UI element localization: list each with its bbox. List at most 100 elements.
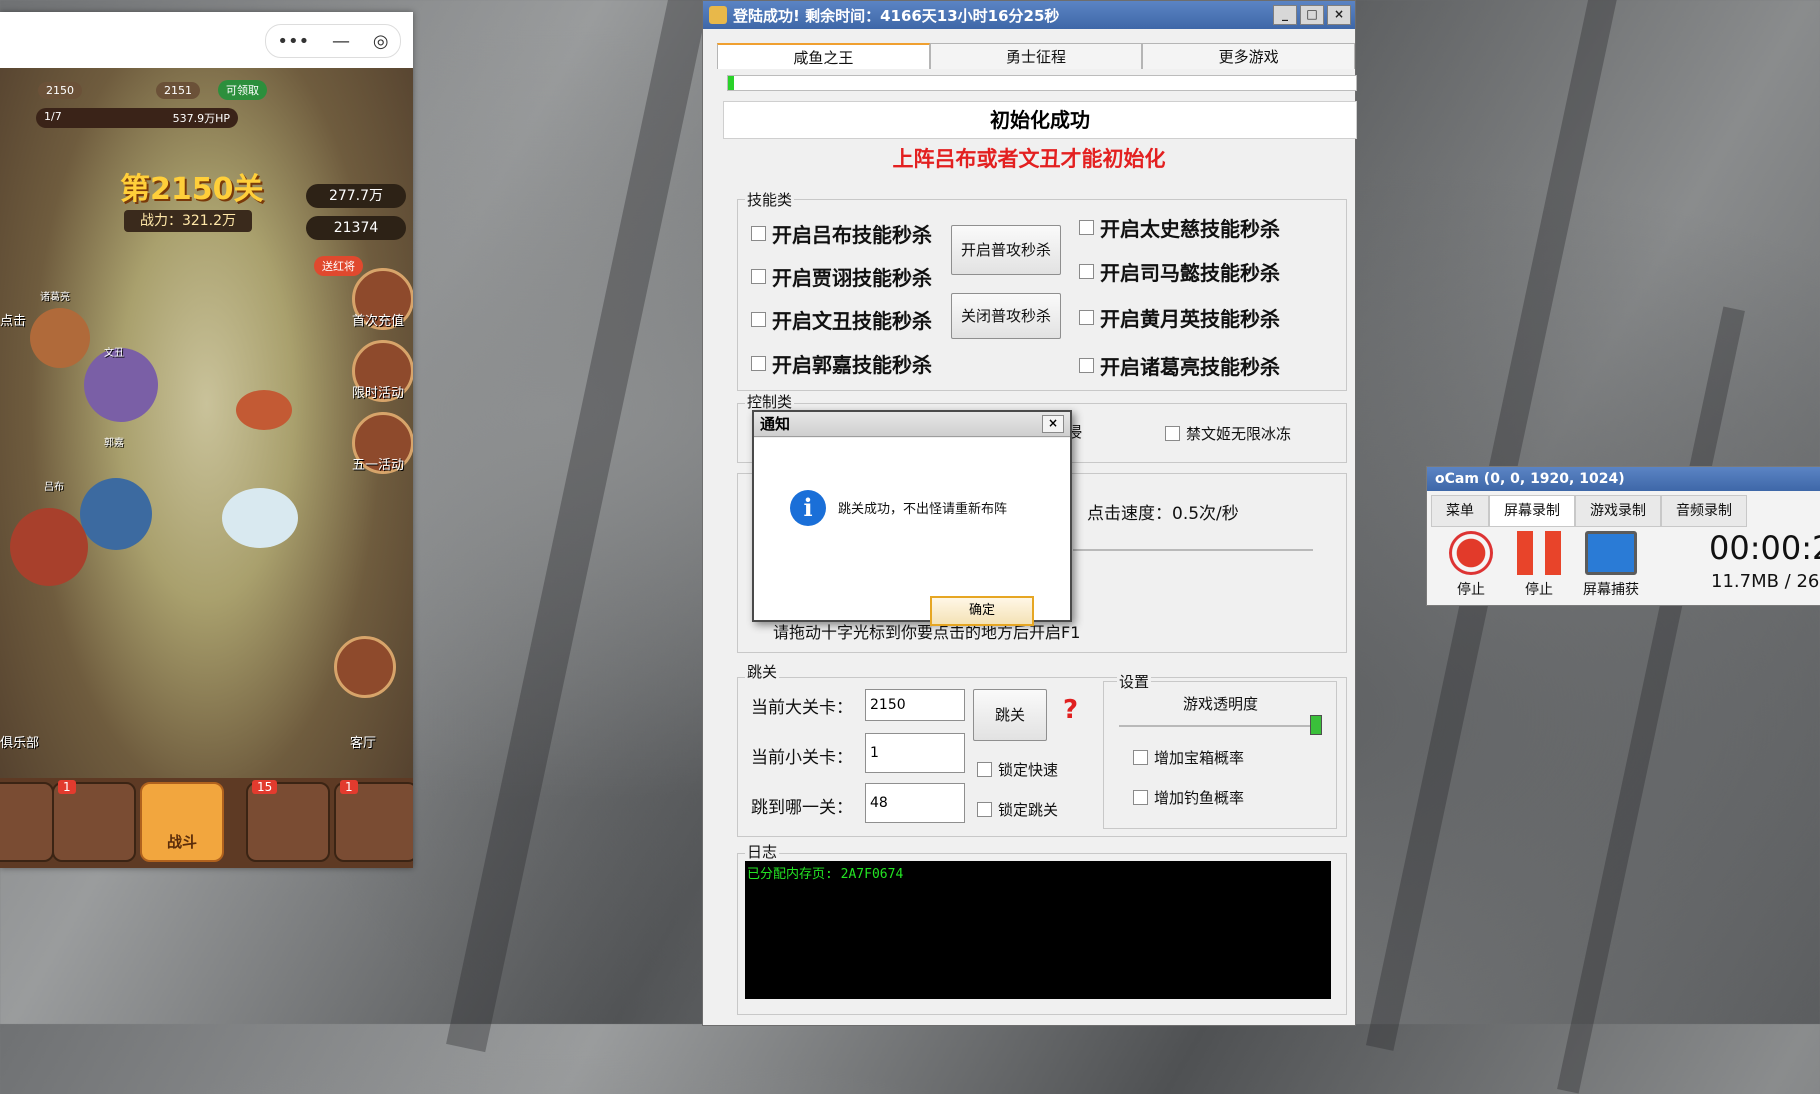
dialog-message: 跳关成功，不出怪请重新布阵	[838, 502, 1008, 517]
hero-wenchou[interactable]	[84, 348, 158, 422]
status-box: 初始化成功	[723, 101, 1357, 139]
dialog-close-button[interactable]: ×	[1042, 415, 1064, 433]
checkbox-box[interactable]	[1079, 220, 1094, 235]
hero-guojia[interactable]	[80, 478, 152, 550]
checkbox-box[interactable]	[751, 269, 766, 284]
close-attack-kill-button[interactable]: 关闭普攻秒杀	[951, 293, 1061, 339]
main-tabs: 咸鱼之王 勇士征程 更多游戏	[717, 43, 1356, 69]
ocam-pause-button[interactable]: 停止	[1509, 531, 1569, 599]
jump-group-title: 跳关	[745, 661, 780, 682]
checkbox-guojia[interactable]: 开启郭嘉技能秒杀	[751, 349, 932, 378]
ocam-title[interactable]: oCam (0, 0, 1920, 1024)	[1427, 467, 1820, 491]
drag-hint-label: 请拖动十字光标到你要点击的地方后开启F1	[773, 623, 1081, 642]
ocam-tabs: 菜单 屏幕录制 游戏录制 音频录制	[1431, 495, 1747, 527]
hero-label: 文丑	[104, 348, 124, 359]
dialog-title-bar[interactable]: 通知 ×	[754, 412, 1070, 437]
checkbox-zhugeliang[interactable]: 开启诸葛亮技能秒杀	[1079, 351, 1280, 380]
mini-program-topbar: ••• — ◎	[0, 12, 413, 68]
ocam-window: oCam (0, 0, 1920, 1024) 菜单 屏幕录制 游戏录制 音频录…	[1426, 466, 1820, 606]
ocam-tab-game-record[interactable]: 游戏录制	[1575, 495, 1661, 527]
hero-lubu[interactable]	[10, 508, 88, 586]
checkbox-box[interactable]	[1079, 358, 1094, 373]
ocam-tab-audio-record[interactable]: 音频录制	[1661, 495, 1747, 527]
checkbox-box[interactable]	[1133, 790, 1148, 805]
capsule-menu[interactable]: ••• — ◎	[265, 24, 401, 58]
checkbox-label: 增加宝箱概率	[1154, 749, 1245, 767]
hero-label: 吕布	[44, 482, 64, 493]
checkbox-box[interactable]	[1165, 426, 1180, 441]
more-icon[interactable]: •••	[277, 31, 309, 52]
ocam-tab-screen-record[interactable]: 屏幕录制	[1489, 495, 1575, 527]
checkbox-huangyueying[interactable]: 开启黄月英技能秒杀	[1079, 303, 1280, 332]
right-level-badge: 2151	[156, 82, 200, 99]
game-window[interactable]: ••• — ◎ 2150 2151 可领取 1/7 537.9万HP 第2150…	[0, 12, 413, 868]
checkbox-box[interactable]	[1133, 750, 1148, 765]
checkbox-wenchou[interactable]: 开启文丑技能秒杀	[751, 305, 932, 334]
checkbox-label: 禁文姬无限冰冻	[1186, 425, 1292, 443]
tab-yongshi[interactable]: 勇士征程	[929, 43, 1143, 69]
checkbox-jiaxu[interactable]: 开启贾诩技能秒杀	[751, 262, 932, 291]
enemy-unit[interactable]	[236, 390, 292, 430]
checkbox-lubu[interactable]: 开启吕布技能秒杀	[751, 219, 932, 248]
maximize-button[interactable]: □	[1300, 5, 1324, 25]
ocam-stop-button[interactable]: 停止	[1441, 531, 1501, 599]
lobby-label: 客厅	[350, 736, 377, 751]
checkbox-box[interactable]	[977, 802, 992, 817]
lobby-button[interactable]	[334, 636, 396, 698]
nav-slot-2[interactable]: 1	[52, 780, 136, 862]
checkbox-fishing-rate[interactable]: 增加钓鱼概率	[1133, 787, 1244, 808]
close-circle-icon[interactable]: ◎	[373, 31, 389, 52]
background-rock-texture	[446, 0, 714, 1053]
checkbox-box[interactable]	[1079, 264, 1094, 279]
checkbox-lock-fast[interactable]: 锁定快速	[977, 759, 1058, 780]
ocam-tab-menu[interactable]: 菜单	[1431, 495, 1489, 527]
enemy-unit[interactable]	[222, 488, 298, 548]
hero-zhugeliang[interactable]	[30, 308, 90, 368]
checkbox-wenji-freeze[interactable]: 禁文姬无限冰冻	[1165, 423, 1291, 444]
ocam-capture-button[interactable]: 屏幕捕获	[1575, 531, 1647, 599]
minimize-button[interactable]: _	[1273, 5, 1297, 25]
nav-slot-5[interactable]: 1	[334, 780, 413, 862]
target-level-label: 跳到哪一关：	[751, 798, 853, 818]
checkbox-taishici[interactable]: 开启太史慈技能秒杀	[1079, 213, 1280, 242]
click-speed-slider[interactable]	[1073, 549, 1313, 551]
transparency-slider[interactable]	[1119, 725, 1319, 727]
control-group-title: 控制类	[745, 391, 795, 412]
small-level-input[interactable]: 1	[865, 733, 965, 773]
nav-slot-4[interactable]: 15	[246, 780, 330, 862]
dialog-ok-button[interactable]: 确定	[930, 596, 1034, 626]
progress-fill	[728, 76, 735, 90]
claim-badge[interactable]: 可领取	[218, 80, 267, 100]
checkbox-box[interactable]	[1079, 310, 1094, 325]
checkbox-lock-jump[interactable]: 锁定跳关	[977, 799, 1058, 820]
checkbox-box[interactable]	[751, 312, 766, 327]
game-scene[interactable]: 2150 2151 可领取 1/7 537.9万HP 第2150关 战力：321…	[0, 68, 413, 868]
checkbox-chest-rate[interactable]: 增加宝箱概率	[1133, 747, 1244, 768]
tab-xianyu[interactable]: 咸鱼之王	[717, 43, 930, 69]
tab-more-games[interactable]: 更多游戏	[1142, 43, 1356, 69]
click-speed-label: 点击速度：0.5次/秒	[1087, 504, 1239, 524]
jump-button[interactable]: 跳关	[973, 689, 1047, 741]
title-bar[interactable]: 登陆成功! 剩余时间：4166天13小时16分25秒 _ □ ×	[703, 1, 1355, 29]
big-level-input[interactable]: 2150	[865, 689, 965, 721]
info-icon: i	[790, 490, 826, 526]
nav-slot-1[interactable]	[0, 782, 54, 862]
stop-record-icon	[1449, 531, 1493, 575]
minimize-icon[interactable]: —	[332, 31, 350, 52]
checkbox-label: 开启太史慈技能秒杀	[1100, 217, 1280, 241]
checkbox-label: 锁定快速	[998, 761, 1059, 779]
open-attack-kill-button[interactable]: 开启普攻秒杀	[951, 225, 1061, 275]
checkbox-box[interactable]	[977, 762, 992, 777]
help-icon[interactable]: ?	[1063, 695, 1078, 725]
transparency-slider-thumb[interactable]	[1310, 715, 1322, 735]
target-level-input[interactable]: 48	[865, 783, 965, 823]
background-rock-texture	[1557, 306, 1745, 1094]
checkbox-box[interactable]	[751, 226, 766, 241]
checkbox-box[interactable]	[751, 356, 766, 371]
nav-battle[interactable]: 战斗	[140, 782, 224, 862]
checkbox-simayi[interactable]: 开启司马懿技能秒杀	[1079, 257, 1280, 286]
big-level-label: 当前大关卡：	[751, 698, 853, 718]
transparency-label: 游戏透明度	[1183, 695, 1259, 713]
red-general-badge[interactable]: 送红将	[314, 256, 363, 276]
close-button[interactable]: ×	[1327, 5, 1351, 25]
